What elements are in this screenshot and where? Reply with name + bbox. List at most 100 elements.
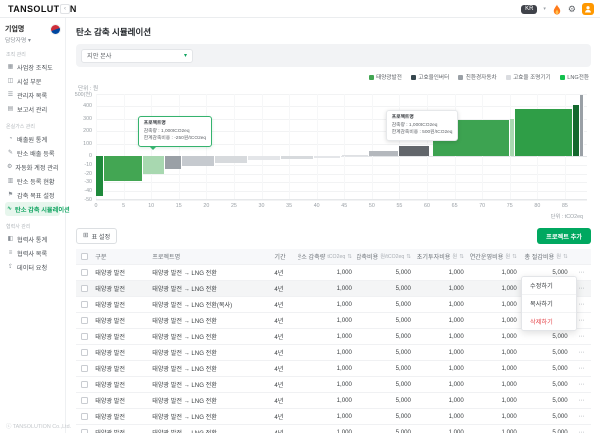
- column-header[interactable]: 기간: [269, 249, 297, 265]
- column-header[interactable]: 프로젝트명: [147, 249, 269, 265]
- macc-bar[interactable]: [96, 156, 104, 196]
- table-row[interactable]: 태양광 발전태양광 발전 → LNG 전환4년1,0005,0001,0001,…: [76, 313, 591, 329]
- sidebar-item[interactable]: ✎탄소 배출 등록: [5, 146, 60, 160]
- sidebar-item[interactable]: ◔배출원 통계: [5, 132, 60, 146]
- table-row[interactable]: 태양광 발전태양광 발전 → LNG 전환4년1,0005,0001,0001,…: [76, 345, 591, 361]
- sidebar-item[interactable]: ▥탄소 등록 현황: [5, 174, 60, 188]
- sort-icon[interactable]: ⇅: [347, 254, 352, 260]
- table-row[interactable]: 태양광 발전태양광 발전 → LNG 전환4년1,0005,0001,0001,…: [76, 377, 591, 393]
- legend-item[interactable]: 친환경자동차: [458, 73, 496, 81]
- macc-bar[interactable]: [573, 105, 580, 156]
- macc-bar[interactable]: [580, 95, 584, 156]
- settings-gear-icon[interactable]: ⚙: [568, 5, 576, 14]
- grid-icon: ⊞: [83, 233, 88, 240]
- column-header[interactable]: 총 탄소 감축량tCO2eq⇅: [298, 249, 357, 265]
- site-select[interactable]: 지안 본사 ▾: [81, 49, 193, 63]
- row-checkbox[interactable]: [81, 317, 88, 324]
- macc-bar[interactable]: [215, 156, 248, 163]
- cell-saving: 5,000: [522, 361, 573, 377]
- macc-bar[interactable]: [369, 151, 399, 156]
- sidebar-item[interactable]: ⚑감축 목표 설정: [5, 188, 60, 202]
- add-project-button[interactable]: 프로젝트 추가: [537, 228, 591, 244]
- sort-icon[interactable]: ⇅: [512, 254, 517, 260]
- macc-bar[interactable]: [281, 156, 314, 159]
- row-actions-button[interactable]: ⋯: [573, 361, 591, 377]
- column-header[interactable]: 연간운영비용원⇅: [469, 249, 522, 265]
- flame-icon[interactable]: [552, 4, 562, 15]
- table-row[interactable]: 태양광 발전태양광 발전 → LNG 전환4년1,0005,0001,0001,…: [76, 281, 591, 297]
- table-row[interactable]: 태양광 발전태양광 발전 → LNG 전환4년1,0005,0001,0001,…: [76, 425, 591, 433]
- v-gridline: [344, 94, 345, 199]
- legend-item[interactable]: 고효율 조명기기: [506, 73, 551, 81]
- sort-icon[interactable]: ⇅: [406, 254, 411, 260]
- row-checkbox[interactable]: [81, 397, 88, 404]
- row-checkbox[interactable]: [81, 429, 88, 433]
- row-actions-button[interactable]: ⋯: [573, 393, 591, 409]
- sort-icon[interactable]: ⇅: [459, 254, 464, 260]
- sidebar-item[interactable]: ⚙자동화 계정 관리: [5, 160, 60, 174]
- sidebar-item[interactable]: ∿탄소 감축 시뮬레이션: [5, 202, 60, 216]
- sort-icon[interactable]: ⇅: [563, 254, 568, 260]
- column-header[interactable]: 초기투자비용원⇅: [416, 249, 469, 265]
- sidebar-item[interactable]: ☰관리자 목록: [5, 88, 60, 102]
- macc-bar[interactable]: [515, 109, 573, 156]
- legend-item[interactable]: 고효율인버터: [411, 73, 449, 81]
- select-all-checkbox[interactable]: [81, 253, 88, 260]
- sidebar-item[interactable]: ≡협력사 목록: [5, 246, 60, 260]
- language-selector[interactable]: KR: [521, 5, 537, 14]
- macc-bar[interactable]: [342, 155, 370, 156]
- sidebar-item[interactable]: ▤보고서 관리: [5, 102, 60, 116]
- table-row[interactable]: 태양광 발전태양광 발전 → LNG 전환4년1,0005,0001,0001,…: [76, 409, 591, 425]
- row-checkbox[interactable]: [81, 349, 88, 356]
- cell-capex: 1,000: [416, 297, 469, 313]
- filter-strip: 지안 본사 ▾: [76, 44, 591, 67]
- row-checkbox[interactable]: [81, 301, 88, 308]
- context-menu-item[interactable]: 복사하기: [522, 294, 576, 312]
- column-header[interactable]: 한계감축비용원/tCO2eq⇅: [357, 249, 416, 265]
- row-checkbox[interactable]: [81, 333, 88, 340]
- macc-bar[interactable]: [248, 156, 281, 160]
- row-actions-button[interactable]: ⋯: [573, 345, 591, 361]
- tooltip-line: 한계감축비용 : 500원/tCO2eq: [392, 129, 453, 137]
- sidebar-item[interactable]: ▦사업장 조직도: [5, 60, 60, 74]
- row-checkbox[interactable]: [81, 285, 88, 292]
- table-row[interactable]: 태양광 발전태양광 발전 → LNG 전환(복사)4년1,0005,0001,0…: [76, 297, 591, 313]
- macc-bar[interactable]: [104, 156, 143, 181]
- table-row[interactable]: 태양광 발전태양광 발전 → LNG 전환4년1,0005,0001,0001,…: [76, 329, 591, 345]
- cell-period: 4년: [269, 393, 297, 409]
- sidebar-item-label: 배출원 통계: [17, 135, 47, 144]
- macc-bar[interactable]: [143, 156, 165, 174]
- row-checkbox[interactable]: [81, 381, 88, 388]
- macc-bar[interactable]: [165, 156, 182, 169]
- sidebar-item[interactable]: ◫시설 부문: [5, 74, 60, 88]
- sidebar-item[interactable]: ⇪데이터 요청: [5, 260, 60, 274]
- row-actions-button[interactable]: ⋯: [573, 409, 591, 425]
- table-settings-button[interactable]: ⊞ 표 설정: [76, 228, 117, 244]
- cell-reduction: 1,000: [298, 265, 357, 281]
- column-header[interactable]: 구분: [90, 249, 147, 265]
- sidebar-toggle-button[interactable]: ‹: [60, 4, 70, 14]
- row-actions-button[interactable]: ⋯: [573, 425, 591, 433]
- column-header-content: 한계감축비용원/tCO2eq⇅: [362, 252, 411, 261]
- column-header[interactable]: 총 절감비용원⇅: [522, 249, 573, 265]
- row-actions-button[interactable]: ⋯: [573, 377, 591, 393]
- row-checkbox[interactable]: [81, 413, 88, 420]
- user-avatar[interactable]: [582, 3, 594, 15]
- context-menu-item[interactable]: 삭제하기: [522, 312, 576, 330]
- row-actions-button[interactable]: ⋯: [573, 329, 591, 345]
- legend-item[interactable]: LNG전환: [560, 73, 589, 81]
- row-checkbox[interactable]: [81, 269, 88, 276]
- cell-opex: 1,000: [469, 425, 522, 433]
- macc-bar[interactable]: [399, 146, 429, 156]
- legend-item[interactable]: 태양광발전: [369, 73, 402, 81]
- macc-bar[interactable]: [314, 156, 342, 158]
- table-row[interactable]: 태양광 발전태양광 발전 → LNG 전환4년1,0005,0001,0001,…: [76, 361, 591, 377]
- company-block[interactable]: 기업명 담당자명 ▾: [5, 24, 60, 44]
- sidebar-item[interactable]: ◧협력사 통계: [5, 232, 60, 246]
- context-menu-item[interactable]: 수정하기: [522, 277, 576, 294]
- table-row[interactable]: 태양광 발전태양광 발전 → LNG 전환4년1,0005,0001,0001,…: [76, 393, 591, 409]
- tooltip-line: 프로젝트명: [392, 114, 453, 122]
- row-checkbox[interactable]: [81, 365, 88, 372]
- table-row[interactable]: 태양광 발전태양광 발전 → LNG 전환4년1,0005,0001,0001,…: [76, 265, 591, 281]
- macc-bar[interactable]: [182, 156, 215, 166]
